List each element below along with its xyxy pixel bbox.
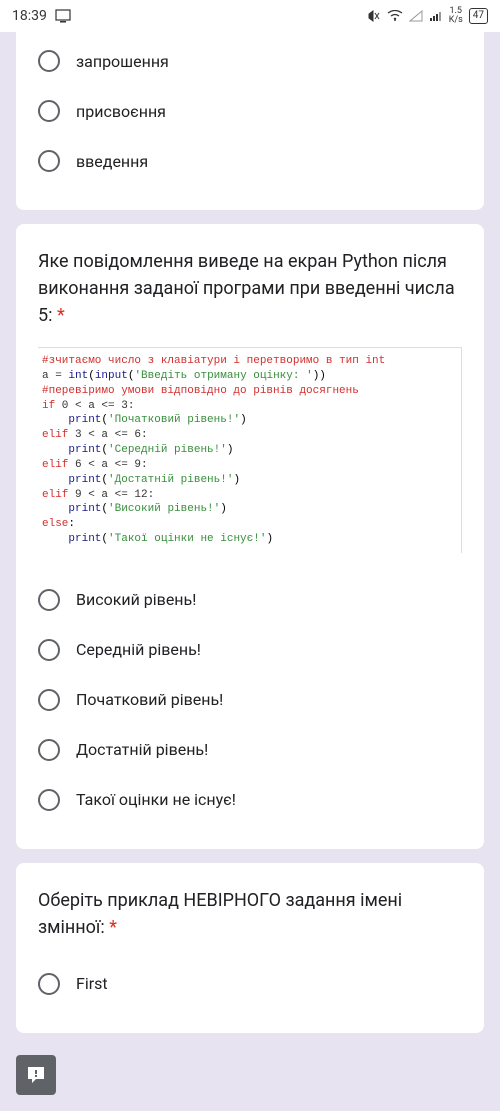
- battery-indicator: 47: [469, 8, 488, 24]
- radio-option[interactable]: Достатній рівень!: [38, 725, 462, 775]
- question-text: Оберіть приклад НЕВІРНОГО задання імені …: [38, 887, 462, 941]
- signal-icon: [429, 10, 443, 22]
- question-text: Яке повідомлення виведе на екран Python …: [38, 248, 462, 329]
- cast-icon: [55, 9, 71, 23]
- radio-icon: [38, 789, 60, 811]
- radio-label: Середній рівень!: [76, 640, 201, 659]
- radio-option[interactable]: Середній рівень!: [38, 625, 462, 675]
- radio-icon: [38, 689, 60, 711]
- net-speed: 1.5 K/s: [449, 7, 463, 25]
- code-image: #зчитаємо число з клавіатури і перетвори…: [38, 347, 462, 553]
- required-marker: *: [109, 917, 117, 938]
- question-card-1: запрошення присвоєння введення: [16, 32, 484, 210]
- status-bar: 18:39 1.5 K/s 47: [0, 0, 500, 32]
- mute-icon: [367, 9, 381, 23]
- radio-option[interactable]: Високий рівень!: [38, 575, 462, 625]
- radio-icon: [38, 100, 60, 122]
- radio-option[interactable]: First: [38, 959, 462, 1009]
- radio-icon: [38, 50, 60, 72]
- radio-label: Такої оцінки не існує!: [76, 790, 236, 809]
- signal-empty-icon: [409, 10, 423, 22]
- radio-option[interactable]: присвоєння: [38, 86, 462, 136]
- radio-option[interactable]: введення: [38, 136, 462, 186]
- feedback-icon: [26, 1065, 46, 1085]
- question-card-3: Оберіть приклад НЕВІРНОГО задання імені …: [16, 863, 484, 1033]
- radio-option[interactable]: Початковий рівень!: [38, 675, 462, 725]
- radio-label: Високий рівень!: [76, 590, 196, 609]
- radio-label: запрошення: [76, 52, 169, 71]
- feedback-button[interactable]: [16, 1055, 56, 1095]
- radio-icon: [38, 973, 60, 995]
- radio-icon: [38, 639, 60, 661]
- wifi-icon: [387, 10, 403, 22]
- required-marker: *: [57, 305, 65, 326]
- radio-option[interactable]: запрошення: [38, 36, 462, 86]
- radio-label: присвоєння: [76, 102, 166, 121]
- status-time: 18:39: [12, 8, 47, 24]
- radio-option[interactable]: Такої оцінки не існує!: [38, 775, 462, 825]
- radio-label: Початковий рівень!: [76, 690, 223, 709]
- radio-label: Достатній рівень!: [76, 740, 208, 759]
- radio-icon: [38, 150, 60, 172]
- radio-label: First: [76, 974, 108, 993]
- radio-icon: [38, 589, 60, 611]
- radio-icon: [38, 739, 60, 761]
- question-card-2: Яке повідомлення виведе на екран Python …: [16, 224, 484, 849]
- radio-label: введення: [76, 152, 148, 171]
